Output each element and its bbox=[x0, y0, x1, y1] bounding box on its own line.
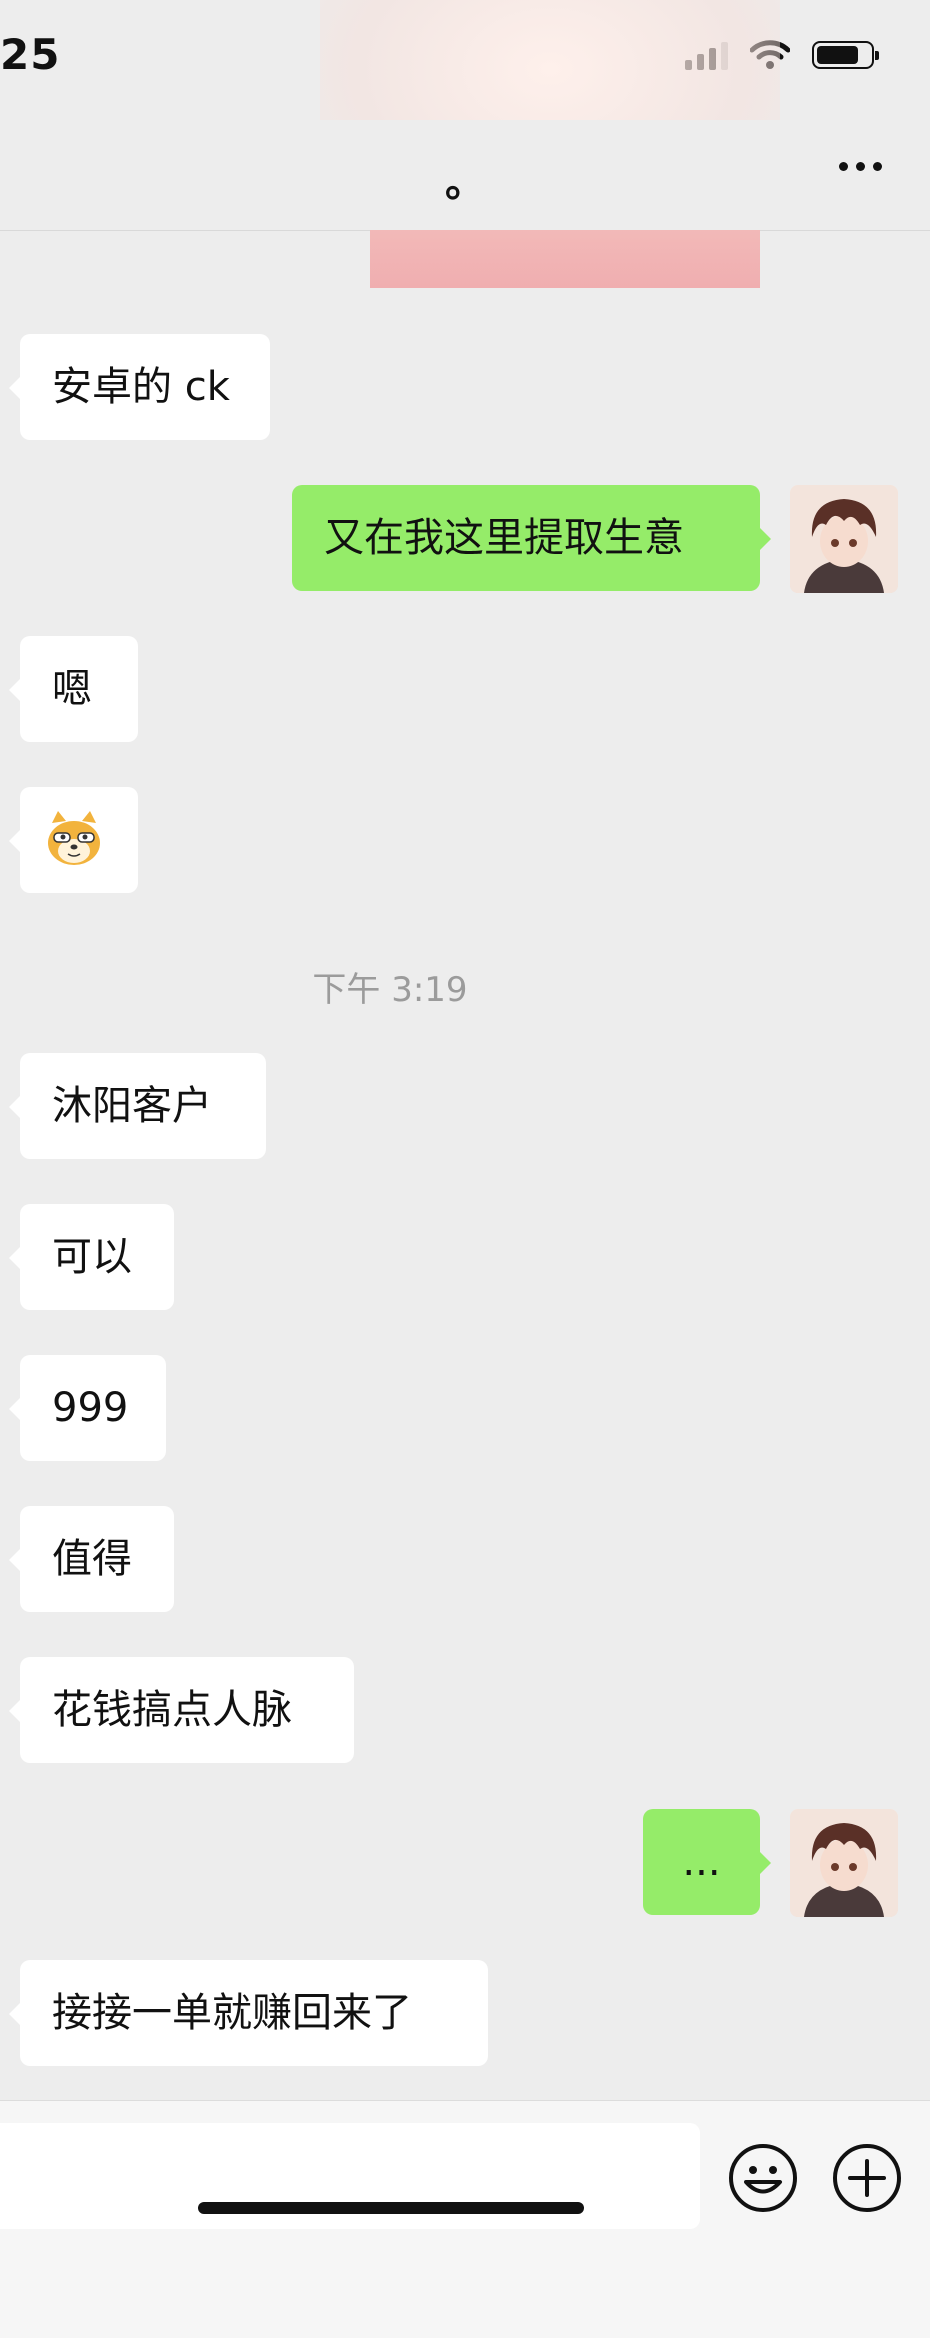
message-received: 可以 bbox=[9, 1204, 174, 1310]
message-received: 接接一单就赚回来了 bbox=[9, 1960, 488, 2066]
smiley-icon[interactable] bbox=[728, 2143, 798, 2213]
message-received: 值得 bbox=[9, 1506, 174, 1612]
message-received: 999 bbox=[9, 1355, 166, 1461]
message-bubble[interactable]: 又在我这里提取生意 bbox=[292, 485, 771, 591]
message-bubble[interactable]: ... bbox=[643, 1809, 771, 1915]
chat-header: 。 bbox=[0, 120, 930, 231]
image-message-partial[interactable] bbox=[370, 230, 760, 288]
more-dots-icon[interactable] bbox=[839, 162, 882, 171]
message-sent: ... bbox=[643, 1809, 771, 1915]
plus-circle-icon[interactable] bbox=[832, 2143, 902, 2213]
message-bubble[interactable]: 沐阳客户 bbox=[9, 1053, 266, 1159]
chat-title: 。 bbox=[445, 160, 485, 206]
message-bubble[interactable]: 值得 bbox=[9, 1506, 174, 1612]
battery-icon bbox=[812, 41, 879, 69]
status-time: 25 bbox=[0, 30, 61, 79]
avatar[interactable] bbox=[790, 1809, 898, 1917]
message-received: 花钱搞点人脉 bbox=[9, 1657, 354, 1763]
message-bubble[interactable]: 999 bbox=[9, 1355, 166, 1461]
message-timestamp: 下午 3:19 bbox=[312, 970, 468, 1010]
message-received: 沐阳客户 bbox=[9, 1053, 266, 1159]
message-bubble[interactable]: 可以 bbox=[9, 1204, 174, 1310]
input-bar bbox=[0, 2100, 930, 2338]
home-indicator[interactable] bbox=[198, 2202, 584, 2214]
user-avatar-icon bbox=[790, 485, 898, 593]
message-bubble[interactable]: 花钱搞点人脉 bbox=[9, 1657, 354, 1763]
doge-sticker-icon bbox=[48, 811, 100, 865]
message-bubble[interactable]: 接接一单就赚回来了 bbox=[9, 1960, 488, 2066]
message-received bbox=[9, 787, 138, 893]
avatar[interactable] bbox=[790, 485, 898, 593]
message-received: 安卓的 ck bbox=[9, 334, 270, 440]
message-bubble[interactable]: 安卓的 ck bbox=[9, 334, 270, 440]
message-bubble[interactable] bbox=[9, 787, 138, 893]
message-sent: 又在我这里提取生意 bbox=[292, 485, 771, 591]
message-received: 嗯 bbox=[9, 636, 138, 742]
message-bubble[interactable]: 嗯 bbox=[9, 636, 138, 742]
user-avatar-icon bbox=[790, 1809, 898, 1917]
